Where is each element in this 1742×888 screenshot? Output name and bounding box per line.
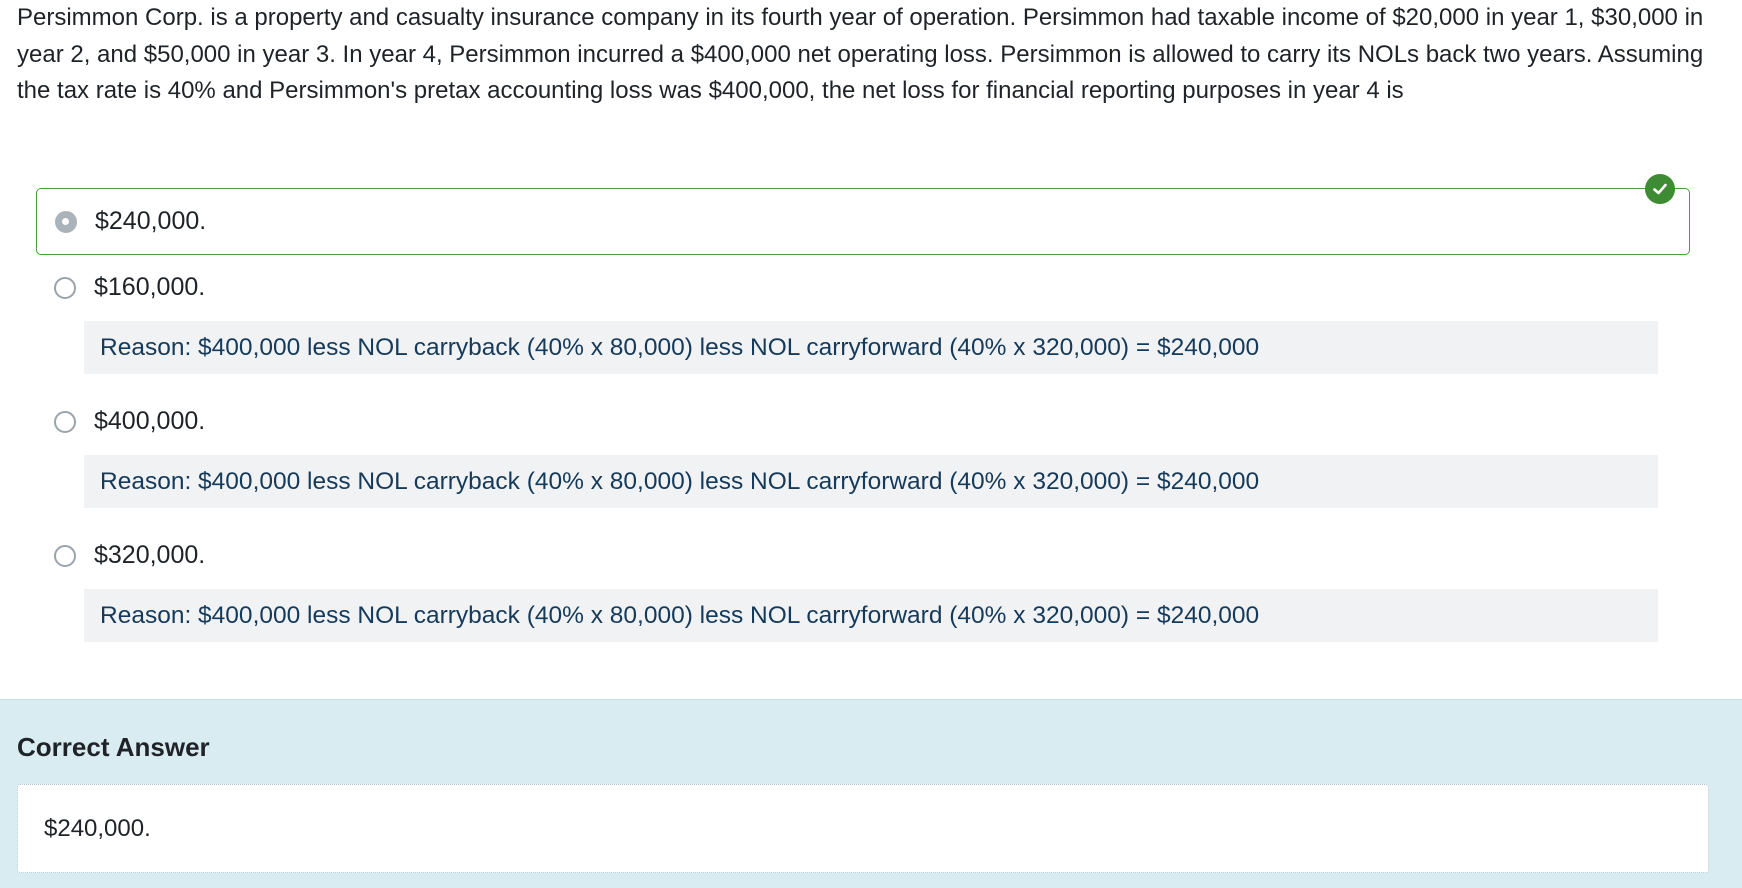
option-b[interactable]: $160,000. xyxy=(36,254,1690,321)
correct-answer-panel: Correct Answer $240,000. xyxy=(0,699,1742,888)
option-label: $320,000. xyxy=(94,541,206,569)
radio-button-selected[interactable] xyxy=(55,210,77,233)
option-c[interactable]: $400,000. xyxy=(36,388,1690,455)
radio-button[interactable] xyxy=(54,410,76,433)
question-text: Persimmon Corp. is a property and casual… xyxy=(17,4,1704,104)
correct-answer-value: $240,000. xyxy=(44,814,151,842)
correct-answer-title: Correct Answer xyxy=(17,732,210,762)
option-label: $240,000. xyxy=(95,207,207,235)
option-d[interactable]: $320,000. xyxy=(36,522,1690,589)
option-d-reason: Reason: $400,000 less NOL carryback (40%… xyxy=(84,589,1658,642)
radio-button[interactable] xyxy=(54,544,76,567)
option-b-reason: Reason: $400,000 less NOL carryback (40%… xyxy=(84,321,1658,374)
option-label: $160,000. xyxy=(94,273,206,301)
option-a[interactable]: $240,000. xyxy=(36,174,1690,255)
option-c-reason: Reason: $400,000 less NOL carryback (40%… xyxy=(84,455,1658,508)
check-circle-icon xyxy=(1645,174,1675,204)
correct-answer-box: $240,000. xyxy=(17,784,1709,873)
radio-button[interactable] xyxy=(54,276,76,299)
option-label: $400,000. xyxy=(94,407,206,435)
